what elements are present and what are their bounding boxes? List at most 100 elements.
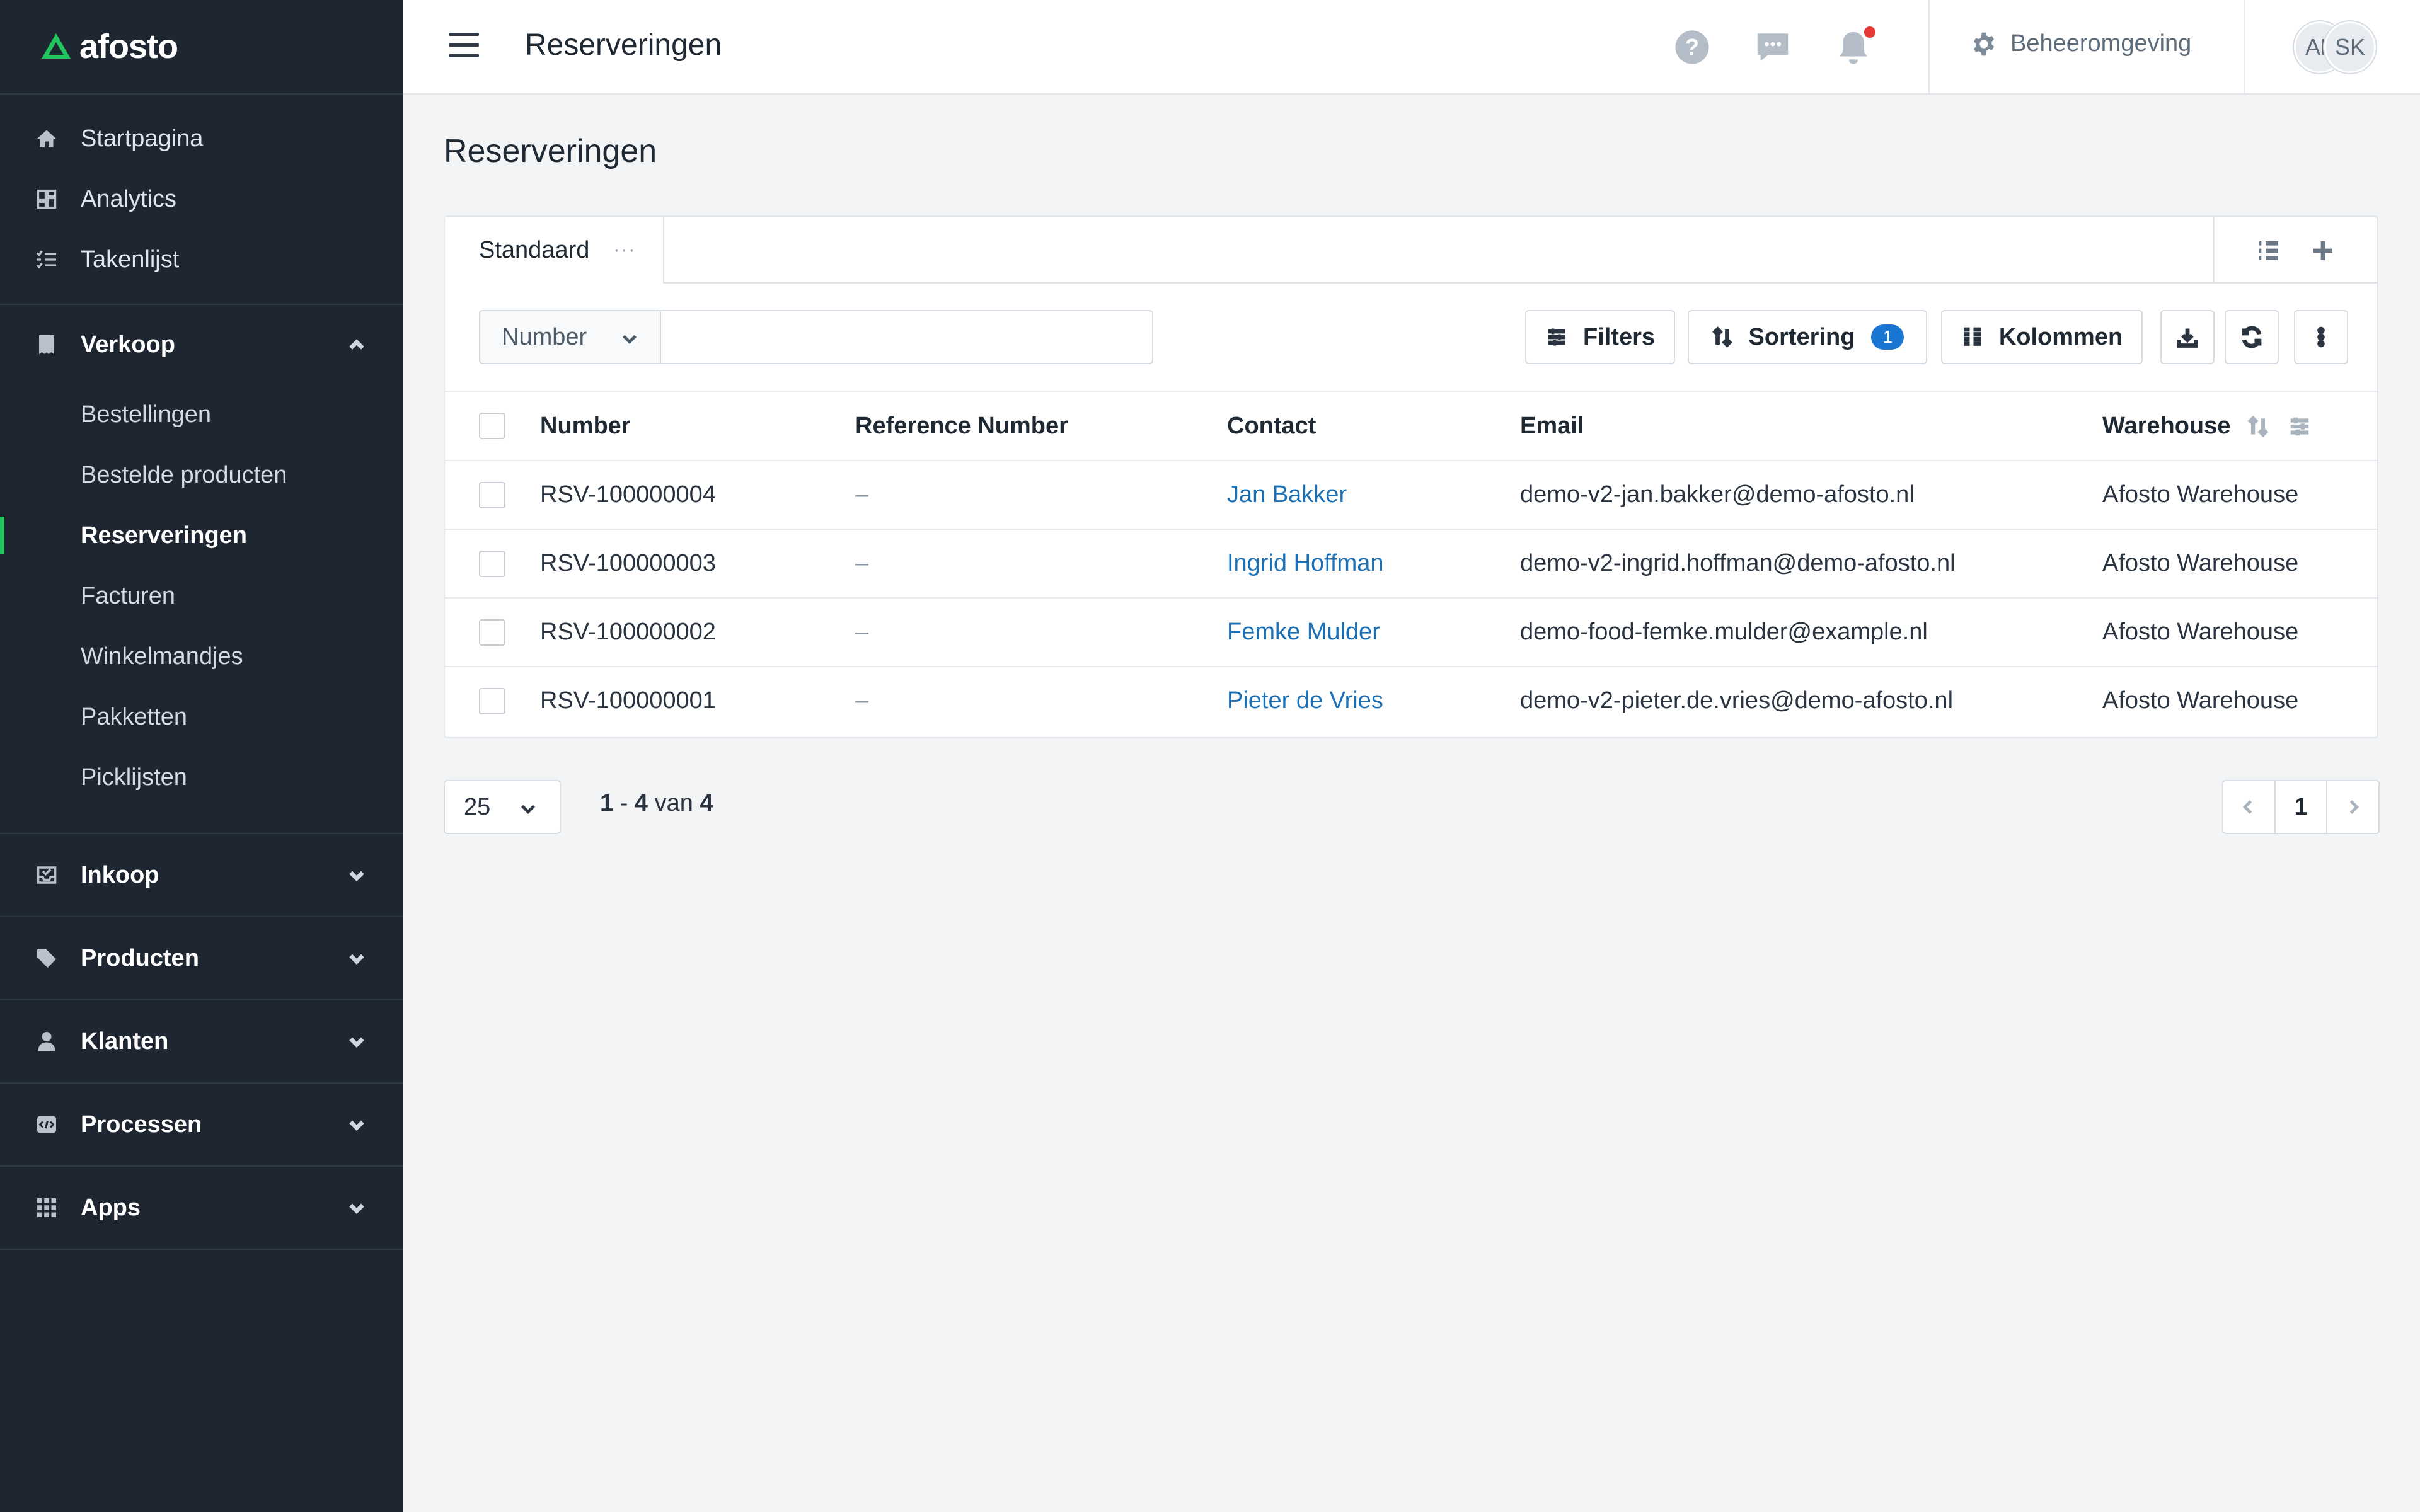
- column-header-number[interactable]: Number: [540, 392, 631, 460]
- range-end: 4: [634, 790, 648, 816]
- cell-email: demo-v2-pieter.de.vries@demo-afosto.nl: [1520, 687, 1954, 714]
- select-all-checkbox[interactable]: [479, 413, 505, 439]
- chevron-down-icon[interactable]: [347, 1031, 367, 1051]
- verkoop-submenu: Bestellingen Bestelde producten Reserver…: [0, 384, 403, 833]
- columns-label: Kolommen: [1998, 323, 2123, 350]
- sidebar-item-analytics[interactable]: Analytics: [0, 169, 403, 229]
- refresh-button[interactable]: [2225, 310, 2279, 364]
- sidebar: afosto Startpagina Analytics Takenlijst …: [0, 0, 403, 1512]
- avatar[interactable]: SK: [2324, 21, 2376, 73]
- sidebar-item-label: Apps: [81, 1194, 141, 1221]
- pagination: 1: [2222, 780, 2380, 834]
- sidebar-subitem-winkelmandjes[interactable]: Winkelmandjes: [0, 626, 403, 687]
- sidebar-subitem-bestelde-producten[interactable]: Bestelde producten: [0, 445, 403, 505]
- add-view-icon[interactable]: [2310, 238, 2336, 263]
- row-checkbox[interactable]: [479, 687, 505, 714]
- columns-button[interactable]: Kolommen: [1941, 310, 2143, 364]
- tab-standaard[interactable]: Standaard ···: [445, 217, 664, 284]
- sidebar-item-verkoop[interactable]: Verkoop: [0, 305, 403, 384]
- list-view-icon[interactable]: [2256, 238, 2281, 263]
- header-actions: [2246, 415, 2329, 438]
- notification-dot: [1864, 26, 1876, 38]
- sidebar-item-processen[interactable]: Processen: [0, 1084, 403, 1166]
- sidebar-item-takenlijst[interactable]: Takenlijst: [0, 229, 403, 290]
- cell-reference: –: [855, 687, 869, 714]
- chevron-down-icon[interactable]: [347, 865, 367, 885]
- export-button[interactable]: [2160, 310, 2215, 364]
- page-title: Reserveringen: [444, 133, 657, 169]
- sidebar-subitem-facturen[interactable]: Facturen: [0, 566, 403, 626]
- contact-link[interactable]: Femke Mulder: [1227, 598, 1380, 666]
- sort-label: Sortering: [1748, 323, 1855, 350]
- sidebar-item-apps[interactable]: Apps: [0, 1167, 403, 1249]
- chevron-up-icon[interactable]: [347, 335, 367, 355]
- page-number-current[interactable]: 1: [2274, 781, 2328, 833]
- contact-link[interactable]: Jan Bakker: [1227, 461, 1347, 529]
- chevron-down-icon: [623, 335, 637, 344]
- contact-link[interactable]: Ingrid Hoffman: [1227, 530, 1384, 597]
- contact-link[interactable]: Pieter de Vries: [1227, 667, 1383, 735]
- filter-sliders-icon: [1548, 328, 1565, 346]
- svg-text:?: ?: [1685, 34, 1699, 60]
- per-page-select[interactable]: 25: [444, 780, 561, 834]
- brand-name: afosto: [79, 28, 178, 66]
- sidebar-group-inkoop: Inkoop: [0, 834, 403, 917]
- download-icon: [2177, 328, 2198, 348]
- table-row[interactable]: RSV-100000004 – Jan Bakker demo-v2-jan.b…: [445, 460, 2377, 529]
- analytics-icon: [37, 189, 57, 209]
- column-header-reference[interactable]: Reference Number: [855, 392, 1068, 460]
- sidebar-subitem-picklijsten[interactable]: Picklijsten: [0, 747, 403, 808]
- result-range: 1 - 4 van 4: [600, 790, 713, 817]
- chevron-down-icon[interactable]: [347, 948, 367, 968]
- column-settings-icon[interactable]: [2288, 415, 2312, 438]
- search-field-select[interactable]: Number: [479, 310, 660, 364]
- table-row[interactable]: RSV-100000003 – Ingrid Hoffman demo-v2-i…: [445, 529, 2377, 597]
- sort-count-badge: 1: [1871, 324, 1904, 350]
- column-sort-icon[interactable]: [2246, 415, 2270, 438]
- more-actions-button[interactable]: [2294, 310, 2348, 364]
- sidebar-item-label: Inkoop: [81, 861, 159, 888]
- brand[interactable]: afosto: [0, 0, 403, 94]
- sidebar-item-klanten[interactable]: Klanten: [0, 1000, 403, 1082]
- environment-switch[interactable]: Beheeromgeving: [1971, 30, 2191, 57]
- next-page-button[interactable]: [2327, 781, 2378, 833]
- sidebar-group-verkoop: Verkoop Bestellingen Bestelde producten …: [0, 305, 403, 834]
- menu-toggle-icon[interactable]: [449, 33, 479, 60]
- column-header-contact[interactable]: Contact: [1227, 392, 1316, 460]
- prev-page-button[interactable]: [2223, 781, 2274, 833]
- sidebar-item-label: Producten: [81, 944, 199, 971]
- tag-icon: [37, 949, 56, 968]
- row-checkbox[interactable]: [479, 481, 505, 508]
- column-header-warehouse[interactable]: Warehouse: [2102, 392, 2230, 460]
- chevron-down-icon[interactable]: [347, 1198, 367, 1218]
- topbar: Reserveringen ? Beheeromgeving AF SK: [403, 0, 2420, 94]
- sidebar-subitem-reserveringen[interactable]: Reserveringen: [0, 505, 403, 566]
- column-header-email[interactable]: Email: [1520, 392, 1584, 460]
- table-row[interactable]: RSV-100000001 – Pieter de Vries demo-v2-…: [445, 666, 2377, 735]
- tab-more-icon[interactable]: ···: [613, 239, 636, 261]
- sidebar-item-inkoop[interactable]: Inkoop: [0, 834, 403, 916]
- environment-label: Beheeromgeving: [2010, 30, 2192, 57]
- sidebar-item-startpagina[interactable]: Startpagina: [0, 108, 403, 169]
- chevron-down-icon[interactable]: [347, 1114, 367, 1135]
- chat-icon[interactable]: [1754, 29, 1791, 66]
- sidebar-subitem-pakketten[interactable]: Pakketten: [0, 687, 403, 747]
- sort-button[interactable]: Sortering 1: [1688, 310, 1927, 364]
- cell-number: RSV-100000002: [540, 619, 716, 645]
- sidebar-item-producten[interactable]: Producten: [0, 917, 403, 999]
- filters-button[interactable]: Filters: [1525, 310, 1675, 364]
- grid-icon: [37, 1198, 56, 1217]
- row-checkbox[interactable]: [479, 619, 505, 646]
- row-checkbox[interactable]: [479, 550, 505, 577]
- table-row[interactable]: RSV-100000002 – Femke Mulder demo-food-f…: [445, 597, 2377, 666]
- help-icon[interactable]: ?: [1674, 29, 1710, 66]
- sidebar-item-label: Startpagina: [81, 125, 204, 152]
- filters-label: Filters: [1582, 323, 1656, 350]
- sidebar-subitem-bestellingen[interactable]: Bestellingen: [0, 384, 403, 445]
- tab-actions: [2213, 217, 2377, 282]
- search-input[interactable]: [660, 310, 1153, 364]
- range-total: 4: [700, 790, 713, 816]
- gear-icon: [1973, 32, 1995, 55]
- sidebar-group-klanten: Klanten: [0, 1000, 403, 1084]
- cell-number: RSV-100000004: [540, 481, 716, 508]
